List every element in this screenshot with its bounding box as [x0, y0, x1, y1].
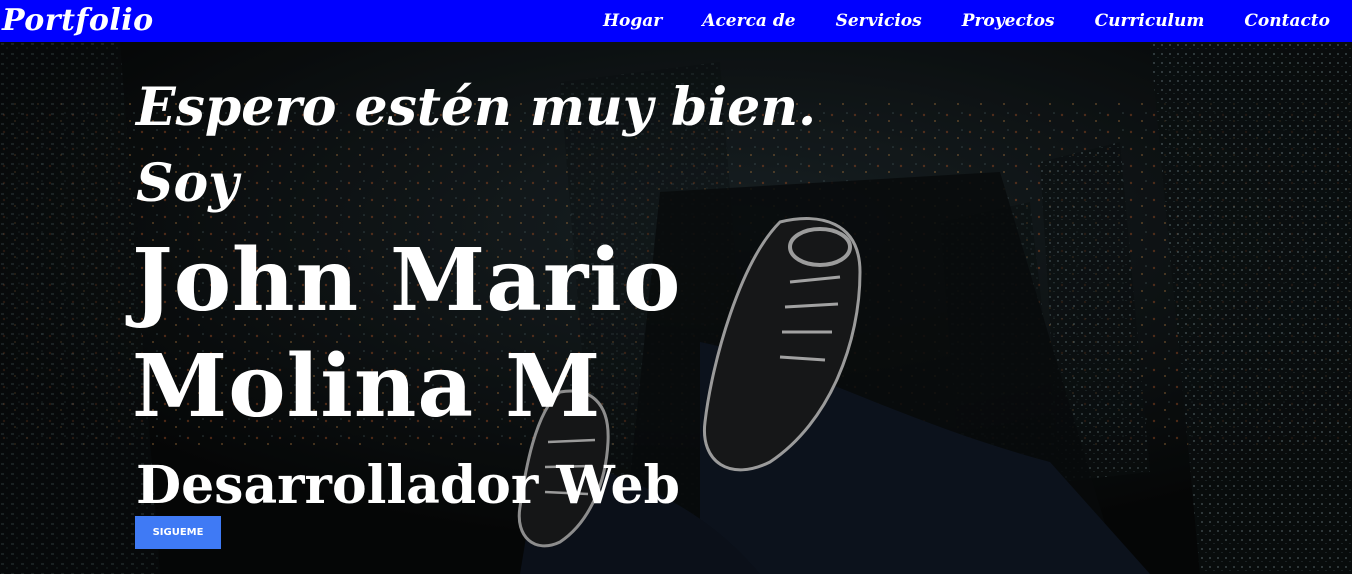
hero-greeting: Espero estén muy bien. — [136, 77, 817, 138]
nav-item-contacto[interactable]: Contacto — [1244, 11, 1330, 31]
nav-item-curriculum[interactable]: Curriculum — [1095, 11, 1205, 31]
follow-button[interactable]: SIGUEME — [135, 516, 221, 549]
top-navbar: Portfolio Hogar Acerca de Servicios Proy… — [0, 0, 1352, 42]
nav-item-proyectos[interactable]: Proyectos — [962, 11, 1055, 31]
nav-item-hogar[interactable]: Hogar — [603, 11, 662, 31]
brand-logo[interactable]: Portfolio — [0, 0, 154, 42]
nav-menu: Hogar Acerca de Servicios Proyectos Curr… — [603, 0, 1352, 42]
nav-item-acerca-de[interactable]: Acerca de — [702, 11, 795, 31]
nav-item-servicios[interactable]: Servicios — [836, 11, 922, 31]
hero-name-line2: Molina M — [132, 336, 602, 437]
hero-intro: Soy — [136, 153, 239, 214]
hero-name-line1: John Mario — [132, 230, 682, 331]
hero-role: Desarrollador Web — [136, 455, 680, 516]
